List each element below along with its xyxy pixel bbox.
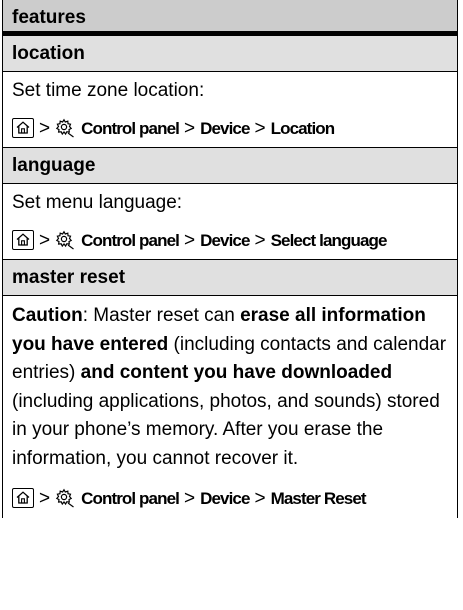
path-step-control-panel: Control panel xyxy=(81,231,180,250)
section-title-location: location xyxy=(3,36,457,72)
path-separator: > xyxy=(39,487,51,509)
path-step-location: Location xyxy=(270,119,336,138)
settings-gear-icon xyxy=(55,230,74,250)
path-separator: > xyxy=(183,118,196,139)
path-step-control-panel: Control panel xyxy=(81,488,180,508)
path-step-device: Device xyxy=(200,119,250,138)
caution-paragraph: Caution: Master reset can erase all info… xyxy=(3,296,457,480)
caution-emphasis: and content you have downloaded xyxy=(80,362,393,384)
section-description-location: Set time zone location: xyxy=(3,72,457,110)
caution-text: : Master reset can xyxy=(82,305,241,326)
path-separator: > xyxy=(39,230,51,251)
path-separator: > xyxy=(254,487,266,509)
description-text: Set menu language: xyxy=(12,192,183,213)
path-step-device: Device xyxy=(200,231,250,250)
table-header: features xyxy=(3,0,457,36)
section-title-language: language xyxy=(3,148,457,184)
home-key-icon xyxy=(12,487,34,508)
menu-path-language: > Control panel > Device > Select language xyxy=(3,222,457,260)
path-separator: > xyxy=(254,230,266,251)
features-table: features location Set time zone location… xyxy=(2,0,458,518)
path-separator: > xyxy=(183,230,196,251)
section-title-master-reset: master reset xyxy=(3,260,457,296)
path-step-control-panel: Control panel xyxy=(81,119,180,138)
section-description-language: Set menu language: xyxy=(3,184,457,222)
table-header-title: features xyxy=(12,7,86,28)
description-text: Set time zone location: xyxy=(12,80,205,101)
path-step-master-reset: Master Reset xyxy=(270,488,367,508)
settings-gear-icon xyxy=(55,118,74,138)
home-key-icon xyxy=(12,230,34,250)
home-key-icon xyxy=(12,118,34,138)
path-separator: > xyxy=(254,118,266,139)
path-step-select-language: Select language xyxy=(270,231,388,250)
settings-gear-icon xyxy=(55,488,74,508)
menu-path-location: > Control panel > Device > Location xyxy=(3,110,457,148)
path-step-device: Device xyxy=(200,488,250,508)
path-separator: > xyxy=(183,487,196,509)
caution-label: Caution xyxy=(12,305,83,326)
path-separator: > xyxy=(39,118,51,139)
section-title-text: master reset xyxy=(12,267,126,288)
menu-path-master-reset: > Control panel > Device > Master Reset xyxy=(3,480,457,518)
section-title-text: language xyxy=(12,155,96,176)
section-title-text: location xyxy=(12,43,85,64)
caution-text: (including applications, photos, and sou… xyxy=(12,390,440,469)
